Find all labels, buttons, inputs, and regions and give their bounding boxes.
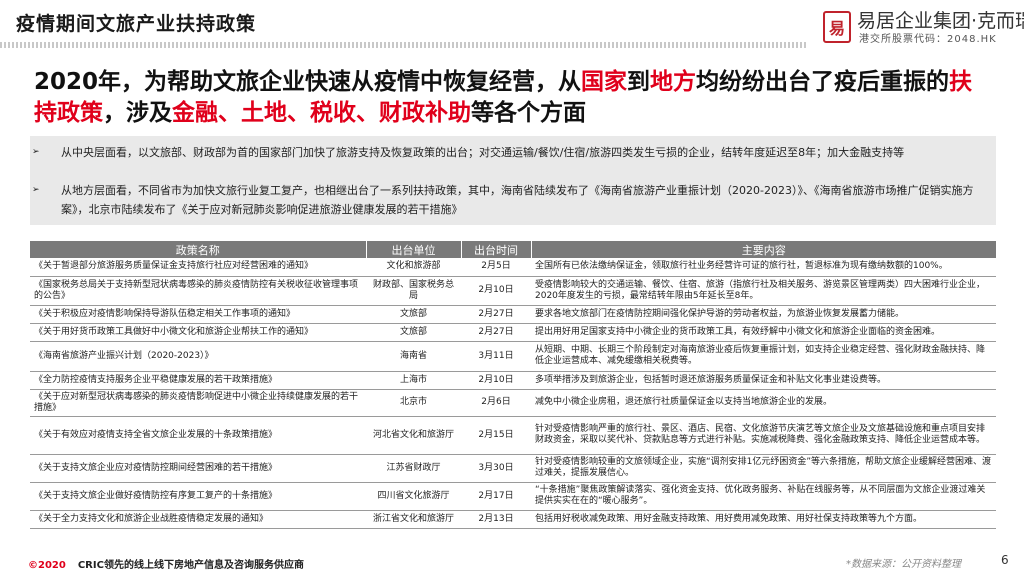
date-cell: 2月17日 — [461, 482, 531, 511]
issuer-cell: 江苏省财政厅 — [366, 454, 461, 483]
arrow-bullet-icon: ➢ — [32, 147, 40, 157]
policy-name-cell: 《关于有效应对疫情支持全省文旅企业发展的十条政策措施》 — [30, 416, 366, 455]
issuer-cell: 四川省文化旅游厅 — [366, 482, 461, 511]
table-header-row: 政策名称 出台单位 出台时间 主要内容 — [30, 241, 996, 258]
content-cell: 包括用好税收减免政策、用好金融支持政策、用好费用减免政策、用好社保支持政策等九个… — [531, 510, 996, 529]
policy-table: 政策名称 出台单位 出台时间 主要内容 《关于暂退部分旅游服务质量保证金支持旅行… — [30, 241, 996, 529]
issuer-cell: 北京市 — [366, 389, 461, 417]
data-source-note: *数据来源：公开资料整理 — [846, 559, 961, 570]
arrow-bullet-icon: ➢ — [32, 185, 40, 195]
policy-name-cell: 《关于全力支持文化和旅游企业战胜疫情稳定发展的通知》 — [30, 510, 366, 529]
date-cell: 2月27日 — [461, 323, 531, 342]
column-header-content: 主要内容 — [531, 241, 996, 258]
content-cell: 多项举措涉及到旅游企业，包括暂时退还旅游服务质量保证金和补贴文化事业建设费等。 — [531, 371, 996, 390]
page-number: 6 — [1001, 553, 1009, 567]
content-cell: 要求各地文旅部门在疫情防控期间强化保护导游的劳动者权益，为旅游业恢复发展蓄力储能… — [531, 305, 996, 324]
table-row: 《关于全力支持文化和旅游企业战胜疫情稳定发展的通知》 浙江省文化和旅游厅 2月13日… — [30, 510, 996, 529]
table-row: 《全力防控疫情支持服务企业平稳健康发展的若干政策措施》 上海市 2月10日 多项举措涉… — [30, 371, 996, 390]
date-cell: 2月10日 — [461, 371, 531, 390]
table-row: 《关于暂退部分旅游服务质量保证金支持旅行社应对经营困难的通知》 文化和旅游部 2月5… — [30, 258, 996, 277]
issuer-cell: 上海市 — [366, 371, 461, 390]
headline-highlight: 地方 — [650, 69, 697, 95]
content-cell: 提出用好用足国家支持中小微企业的货币政策工具，有效纾解中小微文化和旅游企业面临的… — [531, 323, 996, 342]
date-cell: 2月13日 — [461, 510, 531, 529]
table-row: 《关于用好货币政策工具做好中小微文化和旅游企业帮扶工作的通知》 文旅部 2月27日提… — [30, 323, 996, 342]
content-cell: 从短期、中期、长期三个阶段制定对海南旅游业疫后恢复重振计划，如支持企业稳定经营、… — [531, 341, 996, 372]
table-row: 《海南省旅游产业振兴计划（2020-2023）》 海南省 3月11日 从短期、中期、长… — [30, 341, 996, 372]
policy-name-cell: 《关于暂退部分旅游服务质量保证金支持旅行社应对经营困难的通知》 — [30, 258, 366, 277]
date-cell: 2月15日 — [461, 416, 531, 455]
stock-code: 港交所股票代码：2048.HK — [859, 34, 997, 45]
issuer-cell: 海南省 — [366, 341, 461, 372]
header-divider — [0, 42, 808, 48]
column-header-date: 出台时间 — [461, 241, 532, 258]
company-logo-name: 易居企业集团·克而瑞 — [857, 10, 1024, 32]
bullet-text: 从中央层面看，以文旅部、财政部为首的国家部门加快了旅游支持及恢复政策的出台；对交… — [61, 146, 905, 159]
content-cell: 减免中小微企业房租，退还旅行社质量保证金以支持当地旅游企业的发展。 — [531, 389, 996, 417]
copyright: ©2020 — [28, 560, 66, 571]
table-row: 《关于支持文旅企业应对疫情防控期间经营困难的若干措施》 江苏省财政厅 3月30日 针对… — [30, 454, 996, 483]
policy-name-cell: 《关于支持文旅企业应对疫情防控期间经营困难的若干措施》 — [30, 454, 366, 483]
policy-name-cell: 《关于支持文旅企业做好疫情防控有序复工复产的十条措施》 — [30, 482, 366, 511]
policy-name-cell: 《关于用好货币政策工具做好中小微文化和旅游企业帮扶工作的通知》 — [30, 323, 366, 342]
date-cell: 2月5日 — [461, 258, 531, 277]
headline-part: 到 — [627, 69, 651, 95]
issuer-cell: 文旅部 — [366, 323, 461, 342]
content-cell: 针对受疫情影响严重的旅行社、景区、酒店、民宿、文化旅游节庆演艺等文旅企业及文旅基… — [531, 416, 996, 455]
table-row: 《关于有效应对疫情支持全省文旅企业发展的十条政策措施》 河北省文化和旅游厅 2月15… — [30, 416, 996, 455]
table-row: 《国家税务总局关于支持新型冠状病毒感染的肺炎疫情防控有关税收征收管理事项的公告》… — [30, 276, 996, 306]
issuer-cell: 河北省文化和旅游厅 — [366, 416, 461, 455]
date-cell: 2月27日 — [461, 305, 531, 324]
content-cell: 全国所有已依法缴纳保证金，领取旅行社业务经营许可证的旅行社，暂退标准为现有缴纳数… — [531, 258, 996, 277]
table-row: 《关于积极应对疫情影响保持导游队伍稳定相关工作事项的通知》 文旅部 2月27日 要求各… — [30, 305, 996, 324]
headline: 2020年，为帮助文旅企业快速从疫情中恢复经营，从国家到地方均纷纷出台了疫后重振… — [34, 67, 994, 129]
page-title: 疫情期间文旅产业扶持政策 — [16, 13, 257, 35]
content-cell: 受疫情影响较大的交通运输、餐饮、住宿、旅游（指旅行社及相关服务、游览景区管理两类… — [531, 276, 996, 306]
column-header-policy-name: 政策名称 — [30, 241, 367, 258]
headline-highlight: 国家 — [581, 69, 628, 95]
footer-company: ©2020 CRIC领先的线上线下房地产信息及咨询服务供应商 — [28, 556, 304, 571]
company-tagline: CRIC领先的线上线下房地产信息及咨询服务供应商 — [77, 560, 304, 571]
date-cell: 2月6日 — [461, 389, 531, 417]
company-logo-seal: 易 — [823, 11, 851, 43]
logo-seal-char: 易 — [828, 19, 845, 38]
date-cell: 3月11日 — [461, 341, 531, 372]
policy-name-cell: 《全力防控疫情支持服务企业平稳健康发展的若干政策措施》 — [30, 371, 366, 390]
issuer-cell: 文化和旅游部 — [366, 258, 461, 277]
table-row: 《关于支持文旅企业做好疫情防控有序复工复产的十条措施》 四川省文化旅游厅 2月17日… — [30, 482, 996, 511]
headline-part: 2020年，为帮助文旅企业快速从疫情中恢复经营，从 — [34, 69, 582, 95]
column-header-issuer: 出台单位 — [366, 241, 462, 258]
content-cell: “十条措施”聚焦政策解读落实、强化资金支持、优化政务服务、补贴在线服务等，从不同… — [531, 482, 996, 511]
headline-highlight: 金融、土地、税收、财政补助 — [172, 100, 471, 126]
issuer-cell: 文旅部 — [366, 305, 461, 324]
headline-part: ，涉及 — [103, 100, 172, 126]
bullet-text: 从地方层面看，不同省市为加快文旅行业复工复产，也相继出台了一系列扶持政策，其中，… — [61, 184, 974, 216]
policy-name-cell: 《关于应对新型冠状病毒感染的肺炎疫情影响促进中小微企业持续健康发展的若干措施》 — [30, 389, 366, 417]
headline-part: 均纷纷出台了疫后重振的 — [696, 69, 950, 95]
policy-name-cell: 《海南省旅游产业振兴计划（2020-2023）》 — [30, 341, 366, 372]
content-cell: 针对受疫情影响较重的文旅领域企业，实施“调剂安排1亿元纾困资金”等六条措施，帮助… — [531, 454, 996, 483]
policy-name-cell: 《国家税务总局关于支持新型冠状病毒感染的肺炎疫情防控有关税收征收管理事项的公告》 — [30, 276, 366, 306]
issuer-cell: 财政部、国家税务总局 — [366, 276, 461, 306]
date-cell: 3月30日 — [461, 454, 531, 483]
headline-part: 等各个方面 — [471, 100, 586, 126]
issuer-cell: 浙江省文化和旅游厅 — [366, 510, 461, 529]
policy-name-cell: 《关于积极应对疫情影响保持导游队伍稳定相关工作事项的通知》 — [30, 305, 366, 324]
table-row: 《关于应对新型冠状病毒感染的肺炎疫情影响促进中小微企业持续健康发展的若干措施》北… — [30, 389, 996, 417]
policy-table-body: 《关于暂退部分旅游服务质量保证金支持旅行社应对经营困难的通知》 文化和旅游部 2月5… — [30, 258, 996, 529]
date-cell: 2月10日 — [461, 276, 531, 306]
